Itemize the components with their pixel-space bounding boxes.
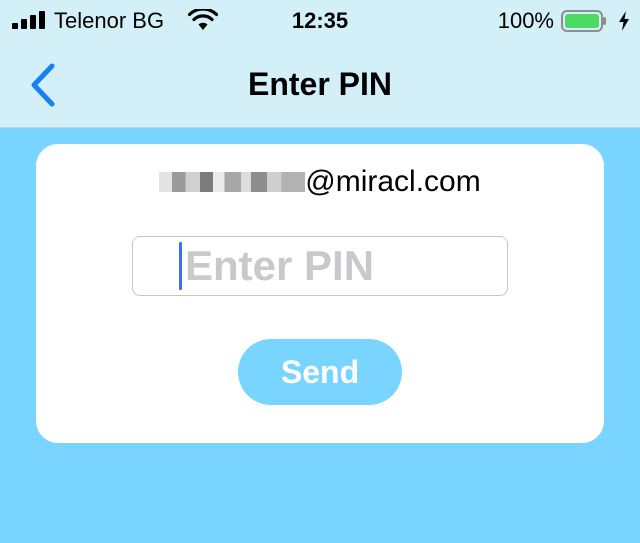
user-email: @miracl.com — [36, 165, 604, 199]
battery-icon — [561, 10, 606, 32]
send-button[interactable]: Send — [238, 339, 402, 405]
page-title: Enter PIN — [247, 66, 393, 102]
pin-card: @miracl.com Send — [36, 144, 604, 443]
charging-bolt-icon — [619, 11, 629, 31]
status-bar: Telenor BG 12:35 100% — [0, 0, 640, 42]
battery-percent: 100% — [497, 8, 554, 33]
pin-input[interactable] — [132, 236, 508, 296]
email-domain: @miracl.com — [305, 165, 481, 198]
text-caret — [179, 242, 182, 290]
top-bar: Telenor BG 12:35 100% Enter PIN — [0, 0, 640, 128]
redacted-username — [159, 172, 306, 192]
